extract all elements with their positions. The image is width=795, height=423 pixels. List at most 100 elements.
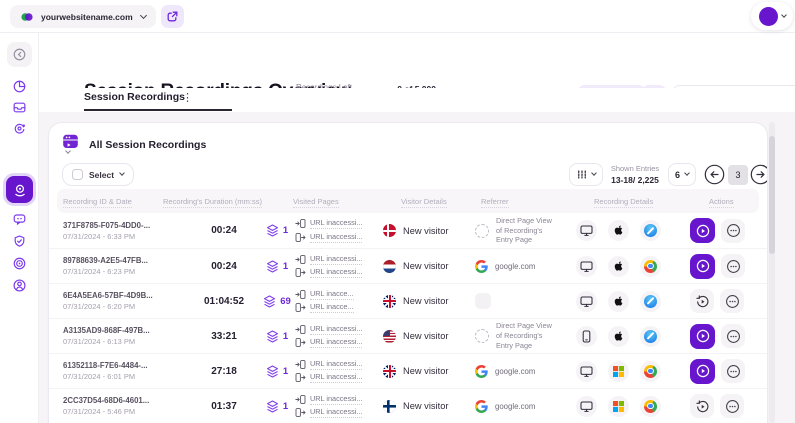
collapse-icon	[12, 47, 27, 62]
recording-id: A3135AD9-868F-497B...	[63, 326, 189, 335]
history-icon	[696, 295, 709, 308]
recording-date: 07/31/2024 - 6:23 PM	[63, 267, 189, 276]
visitor-type: New visitor	[403, 296, 448, 306]
select-all-checkbox[interactable]	[72, 169, 83, 180]
layers-icon	[266, 330, 279, 343]
safari-icon	[644, 295, 657, 308]
urls-cell: URL inaccessi... URL inaccessi...	[295, 216, 383, 246]
country-flag-icon	[383, 365, 396, 378]
referrer-cell	[459, 293, 569, 309]
urls-cell: URL inaccessi... URL inaccessi...	[295, 321, 383, 351]
apple-icon	[613, 260, 625, 273]
table-row: 89788639-A2E5-47FB... 07/31/2024 - 6:23 …	[49, 248, 767, 283]
ellipsis-icon	[726, 223, 741, 238]
previous-page-button[interactable]	[704, 164, 725, 185]
referrer-cell: google.com	[459, 365, 569, 378]
referrer-text: google.com	[495, 262, 535, 271]
exit-url: URL inaccessi...	[295, 232, 383, 243]
entry-page-icon	[295, 394, 306, 405]
urls-cell: URL inaccessi... URL inaccessi...	[295, 251, 383, 281]
more-actions-button[interactable]	[720, 394, 744, 418]
exit-url-text: URL inaccessi...	[310, 232, 362, 243]
visitor-type: New visitor	[403, 226, 448, 236]
actions-cell	[669, 359, 767, 384]
recording-id-cell: 371F8785-F075-4DD0-... 07/31/2024 - 6:33…	[63, 221, 189, 241]
external-link-icon	[166, 10, 179, 23]
layers-icon	[266, 365, 279, 378]
entry-url-text: URL inacce...	[310, 289, 354, 300]
tab-session-recordings[interactable]: Session Recordings	[84, 88, 232, 111]
chevron-down-icon	[140, 11, 147, 18]
duration-cell: 00:24	[189, 261, 259, 272]
current-page[interactable]: 3	[728, 165, 748, 185]
safari-icon	[644, 224, 657, 237]
desktop-icon	[580, 260, 593, 273]
more-actions-button[interactable]	[721, 254, 745, 278]
recording-date: 07/31/2024 - 6:20 PM	[63, 302, 189, 311]
select-dropdown[interactable]: Select	[62, 163, 134, 186]
play-recording-button[interactable]	[690, 218, 715, 243]
visited-pages-cell: 1	[259, 400, 295, 413]
more-actions-button[interactable]	[720, 289, 744, 313]
site-selector[interactable]: yourwebsitename.com	[10, 5, 156, 28]
duration-cell: 00:24	[189, 225, 259, 236]
user-icon	[12, 278, 27, 293]
exit-page-icon	[295, 232, 306, 243]
sidebar-item-collapse[interactable]	[7, 42, 32, 67]
open-site-button[interactable]	[161, 5, 184, 28]
referrer-text: google.com	[495, 367, 535, 376]
referrer-cell: Direct Page View of Recording's Entry Pa…	[459, 216, 569, 246]
column-header-referrer: Referrer	[481, 197, 509, 208]
table-row: 6E4A5EA6-57BF-4D9B... 07/31/2024 - 6:20 …	[49, 283, 767, 318]
ellipsis-icon	[725, 399, 740, 414]
entry-url: URL inaccessi...	[295, 324, 383, 335]
scrollbar-thumb[interactable]	[769, 136, 775, 254]
google-icon	[475, 260, 488, 273]
chevron-down-icon	[591, 170, 597, 176]
replay-later-button[interactable]	[690, 394, 714, 418]
more-actions-button[interactable]	[721, 359, 745, 383]
sidebar-item-session-recordings[interactable]	[6, 176, 33, 203]
more-actions-button[interactable]	[721, 324, 745, 348]
sidebar-item-interactions[interactable]	[7, 116, 32, 141]
country-flag-icon	[383, 330, 396, 343]
tab-bar: Session Recordings ⋮	[39, 88, 795, 112]
replay-later-button[interactable]	[690, 289, 714, 313]
exit-page-icon	[295, 267, 306, 278]
play-recording-button[interactable]	[690, 324, 715, 349]
visitor-cell: New visitor	[383, 295, 459, 308]
tab-options-kebab-icon[interactable]: ⋮	[182, 91, 193, 104]
vertical-scrollbar[interactable]	[769, 122, 775, 423]
play-recording-button[interactable]	[690, 359, 715, 384]
table-row: 61352118-F7E6-4484-... 07/31/2024 - 6:01…	[49, 353, 767, 388]
sidebar-item-profile[interactable]	[7, 273, 32, 298]
visitor-type: New visitor	[403, 261, 448, 271]
more-actions-button[interactable]	[721, 219, 745, 243]
column-settings-button[interactable]	[569, 163, 603, 186]
direct-referrer-icon	[475, 329, 489, 343]
exit-page-icon	[295, 302, 306, 313]
select-label: Select	[89, 170, 114, 180]
account-menu[interactable]	[751, 2, 793, 30]
exit-url: URL inacce...	[295, 302, 383, 313]
pages-count: 1	[283, 331, 288, 342]
urls-cell: URL inaccessi... URL inaccessi...	[295, 356, 383, 386]
ellipsis-icon	[726, 364, 741, 379]
mobile-icon	[580, 330, 593, 343]
play-recording-button[interactable]	[690, 254, 715, 279]
entry-url: URL inaccessi...	[295, 218, 383, 229]
recording-id-cell: 61352118-F7E6-4484-... 07/31/2024 - 6:01…	[63, 361, 189, 381]
actions-cell	[669, 218, 767, 243]
column-header-pages: Visited Pages	[293, 197, 339, 208]
chrome-icon	[644, 365, 657, 378]
play-icon	[696, 364, 710, 378]
visited-pages-cell: 1	[259, 224, 295, 237]
visitor-cell: New visitor	[383, 400, 459, 413]
exit-url: URL inaccessi...	[295, 407, 383, 418]
page-size-dropdown[interactable]: 6	[668, 163, 696, 186]
ellipsis-icon	[726, 329, 741, 344]
visited-pages-cell: 69	[259, 295, 295, 308]
next-page-button[interactable]	[750, 164, 768, 185]
recording-details-cell	[569, 291, 669, 312]
entry-url-text: URL inaccessi...	[310, 254, 362, 265]
